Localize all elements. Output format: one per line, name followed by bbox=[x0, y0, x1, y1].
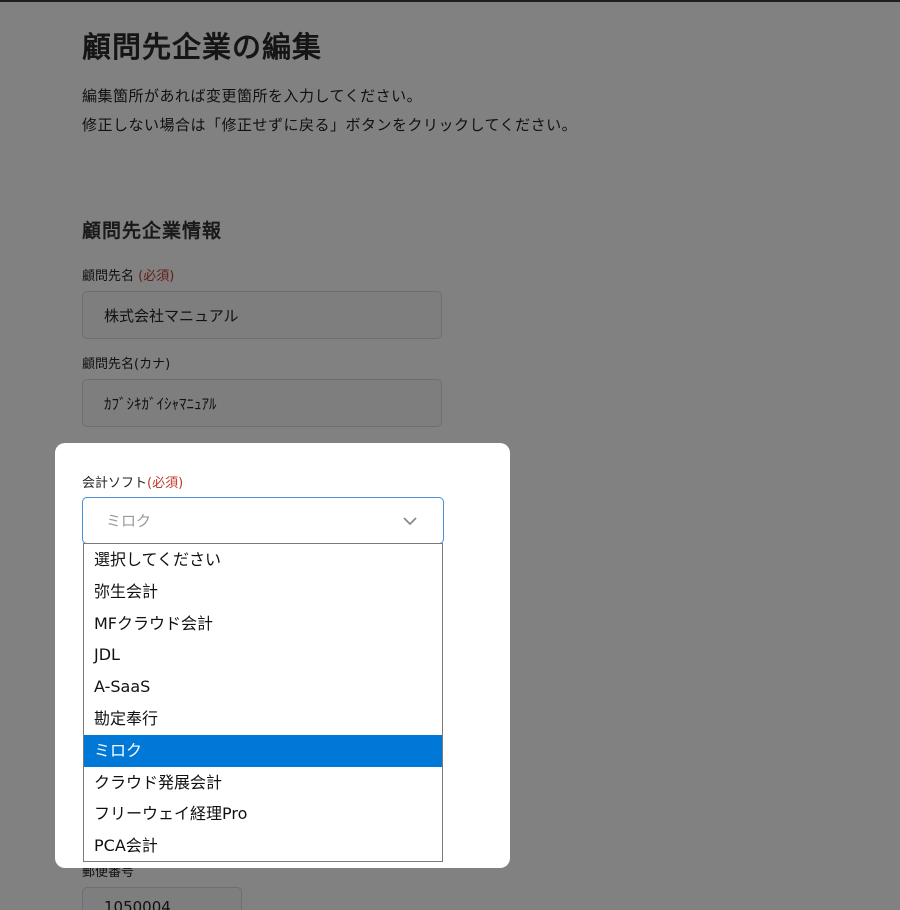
select-current-value: ミロク bbox=[106, 512, 152, 530]
option-mf-cloud[interactable]: MFクラウド会計 bbox=[84, 608, 442, 640]
chevron-down-icon bbox=[403, 517, 417, 526]
accounting-software-label: 会計ソフト(必須) bbox=[82, 472, 183, 491]
option-select-prompt[interactable]: 選択してください bbox=[84, 544, 442, 576]
accounting-software-label-text: 会計ソフト bbox=[82, 476, 148, 491]
option-a-saas[interactable]: A-SaaS bbox=[84, 671, 442, 703]
accounting-software-options: 選択してください 弥生会計 MFクラウド会計 JDL A-SaaS 勘定奉行 ミ… bbox=[83, 543, 443, 862]
option-kanjo-bugyo[interactable]: 勘定奉行 bbox=[84, 703, 442, 735]
option-miroku[interactable]: ミロク bbox=[84, 734, 442, 767]
option-jdl[interactable]: JDL bbox=[84, 639, 442, 671]
option-cloud-hatten[interactable]: クラウド発展会計 bbox=[84, 767, 442, 799]
required-marker: (必須) bbox=[147, 476, 184, 491]
option-pca[interactable]: PCA会計 bbox=[84, 830, 442, 862]
option-freeway[interactable]: フリーウェイ経理Pro bbox=[84, 798, 442, 830]
option-yayoi[interactable]: 弥生会計 bbox=[84, 576, 442, 608]
accounting-software-select[interactable]: ミロク bbox=[82, 497, 444, 544]
